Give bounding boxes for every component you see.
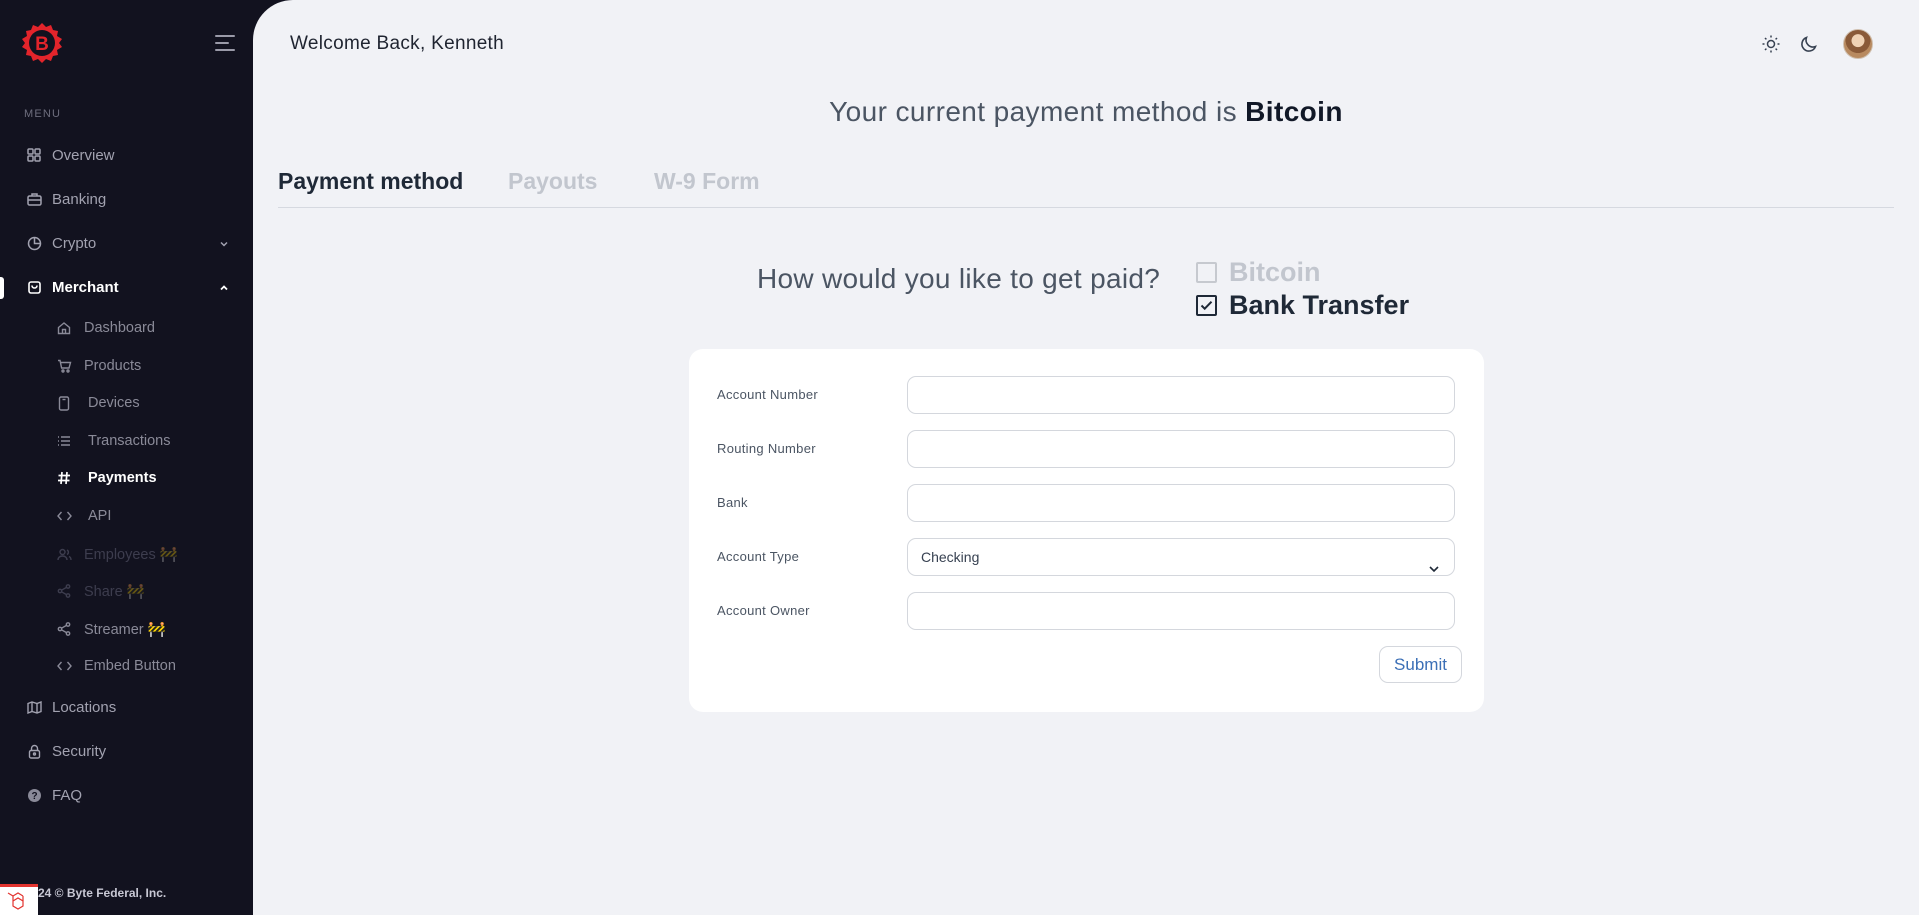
bank-input[interactable] (907, 484, 1455, 522)
form-row-routing-number: Routing Number (717, 430, 1457, 468)
tab-payment-method[interactable]: Payment method (278, 168, 463, 195)
menu-section-label: MENU (24, 108, 62, 120)
sidebar-subitem-payments[interactable]: Payments (0, 463, 253, 493)
sidebar-item-crypto[interactable]: Crypto (0, 225, 253, 261)
chevron-up-icon (218, 281, 230, 293)
list-icon (56, 433, 72, 449)
option-bank-transfer[interactable]: Bank Transfer (1196, 290, 1409, 321)
home-icon (56, 320, 72, 336)
hash-icon (56, 470, 72, 486)
help-circle-icon: ? (26, 787, 42, 803)
sidebar-item-label: Overview (52, 146, 115, 164)
menu-toggle-icon[interactable] (215, 35, 237, 51)
sidebar-subitem-label: Employees 🚧 (84, 546, 178, 563)
chevron-down-icon (218, 237, 230, 249)
welcome-heading: Welcome Back, Kenneth (290, 33, 505, 54)
laravel-icon[interactable] (0, 884, 38, 915)
device-icon (56, 395, 72, 411)
briefcase-icon (26, 191, 42, 207)
code-icon (56, 508, 72, 524)
code-icon (56, 658, 72, 674)
sidebar-subitem-label: Share 🚧 (84, 583, 145, 600)
field-label: Bank (717, 495, 748, 510)
copyright-text: 24 © Byte Federal, Inc. (38, 886, 167, 900)
sidebar-subitem-label: API (88, 508, 112, 524)
share-icon (56, 621, 72, 637)
field-label: Routing Number (717, 441, 816, 456)
account-owner-input[interactable] (907, 592, 1455, 630)
share-icon (56, 583, 72, 599)
sidebar-footer: 24 © Byte Federal, Inc. (0, 882, 253, 915)
sidebar-subitem-label: Dashboard (84, 320, 155, 336)
sidebar: B MENU Overview Banking Crypto Merchant … (0, 0, 253, 915)
sidebar-subitem-label: Devices (88, 395, 140, 411)
bank-transfer-form: Account Number Routing Number Bank Accou… (689, 349, 1484, 712)
field-label: Account Owner (717, 603, 810, 618)
cart-icon (56, 358, 72, 374)
sidebar-subitem-dashboard[interactable]: Dashboard (0, 313, 253, 343)
sidebar-item-locations[interactable]: Locations (0, 689, 253, 725)
sidebar-item-label: Locations (52, 698, 117, 716)
option-label: Bank Transfer (1229, 290, 1410, 320)
map-icon (26, 699, 42, 715)
sidebar-item-label: Crypto (52, 234, 97, 252)
sidebar-item-overview[interactable]: Overview (0, 137, 253, 173)
checkbox-unchecked-icon[interactable] (1196, 262, 1217, 283)
byte-federal-logo[interactable]: B (21, 22, 63, 64)
chevron-down-icon (1428, 552, 1440, 573)
user-avatar[interactable] (1843, 29, 1873, 59)
sidebar-item-label: FAQ (52, 786, 83, 804)
sidebar-subitem-transactions[interactable]: Transactions (0, 426, 253, 456)
sidebar-subitem-label: Products (84, 358, 142, 374)
option-label: Bitcoin (1229, 257, 1321, 287)
current-method-value: Bitcoin (1245, 96, 1343, 127)
form-row-bank: Bank (717, 484, 1457, 522)
sidebar-subitem-streamer[interactable]: Streamer 🚧 (0, 614, 253, 644)
payout-question: How would you like to get paid? (757, 263, 1161, 294)
sidebar-subitem-label: Embed Button (84, 658, 176, 674)
svg-text:B: B (35, 34, 49, 55)
current-payment-method: Your current payment method is Bitcoin (829, 96, 1343, 127)
field-label: Account Number (717, 387, 819, 402)
sidebar-item-banking[interactable]: Banking (0, 181, 253, 217)
sidebar-item-label: Security (52, 742, 107, 760)
sidebar-item-label: Banking (52, 190, 107, 208)
main-content: Welcome Back, Kenneth Your current payme… (253, 0, 1919, 915)
sidebar-subitem-employees: Employees 🚧 (0, 539, 253, 569)
sidebar-item-merchant[interactable]: Merchant (0, 269, 253, 305)
sidebar-item-security[interactable]: Security (0, 733, 253, 769)
sidebar-subitem-label: Payments (88, 470, 157, 486)
account-type-select[interactable]: Checking (907, 538, 1455, 576)
account-type-value: Checking (921, 549, 980, 565)
sidebar-subitem-share: Share 🚧 (0, 576, 253, 606)
sidebar-subitem-label: Streamer 🚧 (84, 621, 166, 638)
pie-chart-icon (26, 235, 42, 251)
sidebar-item-faq[interactable]: ? FAQ (0, 777, 253, 813)
tabs-divider (278, 207, 1894, 208)
sidebar-subitem-devices[interactable]: Devices (0, 388, 253, 418)
sidebar-subitem-label: Transactions (88, 433, 171, 449)
form-row-account-owner: Account Owner (717, 592, 1457, 630)
grid-icon (26, 147, 42, 163)
sidebar-subitem-products[interactable]: Products (0, 351, 253, 381)
shopping-bag-icon (26, 279, 42, 295)
lock-icon (26, 743, 42, 759)
form-row-account-type: Account Type Checking (717, 538, 1457, 576)
submit-button[interactable]: Submit (1379, 646, 1462, 683)
checkbox-checked-icon[interactable] (1196, 295, 1217, 316)
form-row-account-number: Account Number (717, 376, 1457, 414)
account-number-input[interactable] (907, 376, 1455, 414)
routing-number-input[interactable] (907, 430, 1455, 468)
users-icon (56, 546, 72, 562)
tab-payouts[interactable]: Payouts (508, 168, 597, 195)
option-bitcoin[interactable]: Bitcoin (1196, 257, 1321, 288)
sidebar-subitem-embed-button[interactable]: Embed Button (0, 651, 253, 681)
sidebar-item-label: Merchant (52, 278, 119, 296)
field-label: Account Type (717, 549, 800, 564)
svg-text:?: ? (31, 791, 37, 802)
tab-w9-form[interactable]: W-9 Form (654, 168, 760, 195)
sidebar-subitem-api[interactable]: API (0, 501, 253, 531)
